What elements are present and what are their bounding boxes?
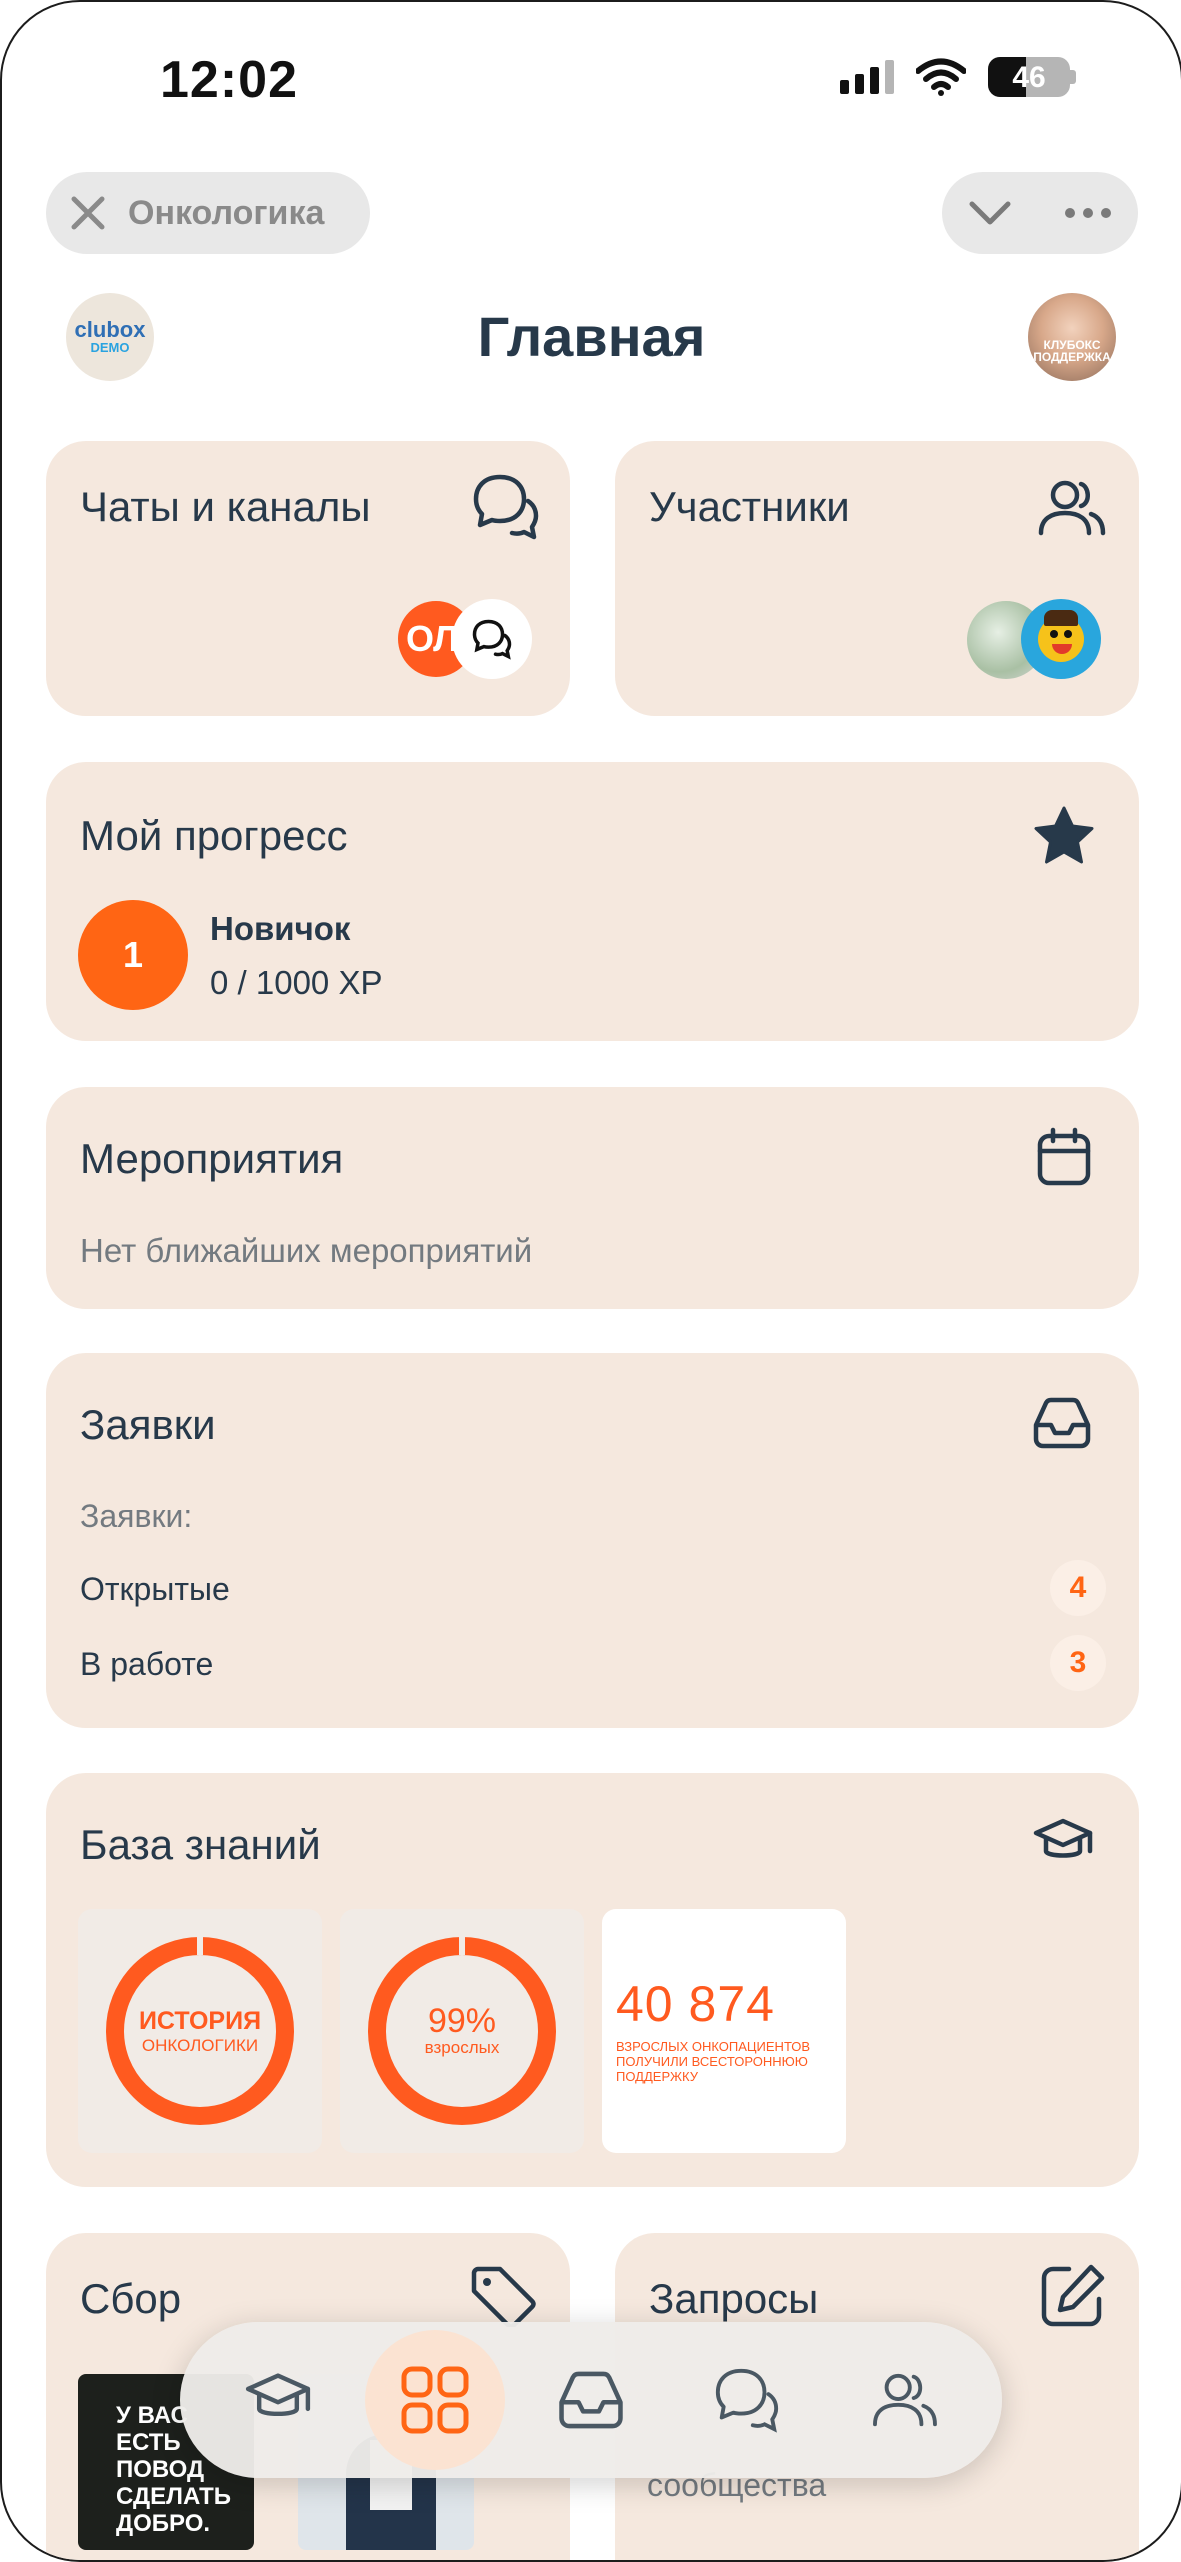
miniapp-controls — [942, 172, 1138, 254]
grid-icon — [401, 2366, 469, 2434]
status-time: 12:02 — [160, 51, 298, 109]
battery-indicator: 46 — [988, 57, 1076, 97]
in-progress-count-badge: 3 — [1050, 1635, 1106, 1691]
requests-row-label: Открытые — [80, 1571, 230, 1607]
chat-avatar-bubble — [452, 599, 532, 679]
requests-card-title: Заявки — [80, 1401, 216, 1448]
tile-caption: ВЗРОСЛЫХ ОНКОПАЦИЕНТОВ ПОЛУЧИЛИ ВСЕСТОРО… — [616, 2039, 811, 2084]
chats-card-title: Чаты и каналы — [80, 483, 371, 530]
chats-card[interactable]: Чаты и каналы ОЛ — [46, 441, 570, 716]
battery-level: 46 — [1012, 61, 1046, 94]
nav-chats[interactable] — [677, 2330, 817, 2470]
requests-row-open[interactable]: Открытые 4 — [46, 1553, 1139, 1623]
level-badge: 1 — [78, 900, 188, 1010]
chat-avatar-text: ОЛ — [406, 618, 459, 659]
requests-card[interactable]: Заявки Заявки: Открытые 4 В работе 3 — [46, 1353, 1139, 1728]
progress-card[interactable]: Мой прогресс 1 Новичок 0 / 1000 XP — [46, 762, 1139, 1041]
page-title: Главная — [477, 305, 706, 368]
knowledge-base-card[interactable]: База знаний ИСТОРИЯ ОНКОЛОГИКИ 99% взрос… — [46, 1773, 1139, 2187]
user-avatar[interactable]: КЛУБОКС ПОДДЕРЖКА — [1028, 293, 1116, 381]
inbox-icon — [1033, 1397, 1091, 1449]
chat-bubbles-icon — [472, 619, 512, 660]
queries-card-title: Запросы — [649, 2275, 819, 2322]
tile-headline: 40 874 — [616, 1976, 775, 2032]
close-icon — [71, 196, 105, 230]
nav-inbox[interactable] — [521, 2330, 661, 2470]
users-icon — [1038, 480, 1106, 536]
tile-headline: 99% — [427, 2002, 497, 2040]
graduation-cap-icon — [1033, 1818, 1093, 1858]
progress-card-title: Мой прогресс — [80, 812, 348, 859]
events-card-title: Мероприятия — [80, 1135, 344, 1182]
tag-icon — [471, 2266, 536, 2327]
close-miniapp-button[interactable]: Онкологика — [46, 172, 370, 254]
calendar-icon — [1037, 1127, 1091, 1186]
fundraising-card-title: Сбор — [80, 2275, 182, 2322]
members-card-title: Участники — [649, 483, 850, 530]
requests-row-in-progress[interactable]: В работе 3 — [46, 1628, 1139, 1698]
chat-bubbles-icon — [473, 474, 539, 540]
users-icon — [872, 2373, 937, 2427]
open-count-badge: 4 — [1050, 1560, 1106, 1616]
requests-row-label: В работе — [80, 1646, 214, 1682]
nav-home[interactable] — [364, 2330, 505, 2470]
nav-knowledge-base[interactable] — [208, 2330, 348, 2470]
knowledge-article-tile[interactable]: 99% взрослых — [340, 1909, 584, 2153]
members-card[interactable]: Участники — [615, 441, 1139, 716]
rank-name: Новичок — [210, 910, 351, 947]
miniapp-name: Онкологика — [128, 193, 325, 232]
inbox-icon — [559, 2371, 623, 2429]
tile-headline: ИСТОРИЯ — [138, 2006, 262, 2035]
phone-frame: 12:02 46 Онкологика clubox DEMO Главная … — [0, 0, 1181, 2562]
tile-caption: ОНКОЛОГИКИ — [141, 2035, 259, 2055]
requests-subtitle: Заявки: — [80, 1498, 193, 1534]
graduation-cap-icon — [246, 2373, 311, 2417]
xp-progress: 0 / 1000 XP — [210, 964, 383, 1001]
more-icon[interactable] — [1064, 207, 1112, 219]
knowledge-base-card-title: База знаний — [80, 1821, 321, 1868]
nav-members[interactable] — [834, 2330, 974, 2470]
bottom-navigation — [180, 2322, 1002, 2478]
star-icon — [1034, 806, 1094, 864]
events-empty-text: Нет ближайших мероприятий — [80, 1232, 533, 1269]
member-avatar — [1021, 599, 1101, 679]
knowledge-article-tile[interactable]: 40 874 ВЗРОСЛЫХ ОНКОПАЦИЕНТОВ ПОЛУЧИЛИ В… — [602, 1909, 846, 2153]
avatar-caption: КЛУБОКС ПОДДЕРЖКА — [1033, 338, 1111, 364]
events-card[interactable]: Мероприятия Нет ближайших мероприятий — [46, 1087, 1139, 1309]
edit-icon — [1041, 2264, 1105, 2327]
signal-icon — [840, 60, 894, 94]
chat-bubbles-icon — [716, 2368, 779, 2433]
tile-caption: взрослых — [424, 2038, 500, 2057]
chevron-down-icon[interactable] — [968, 198, 1012, 228]
wifi-icon — [916, 58, 966, 96]
status-icons: 46 — [840, 57, 1076, 97]
knowledge-article-tile[interactable]: ИСТОРИЯ ОНКОЛОГИКИ — [78, 1909, 322, 2153]
